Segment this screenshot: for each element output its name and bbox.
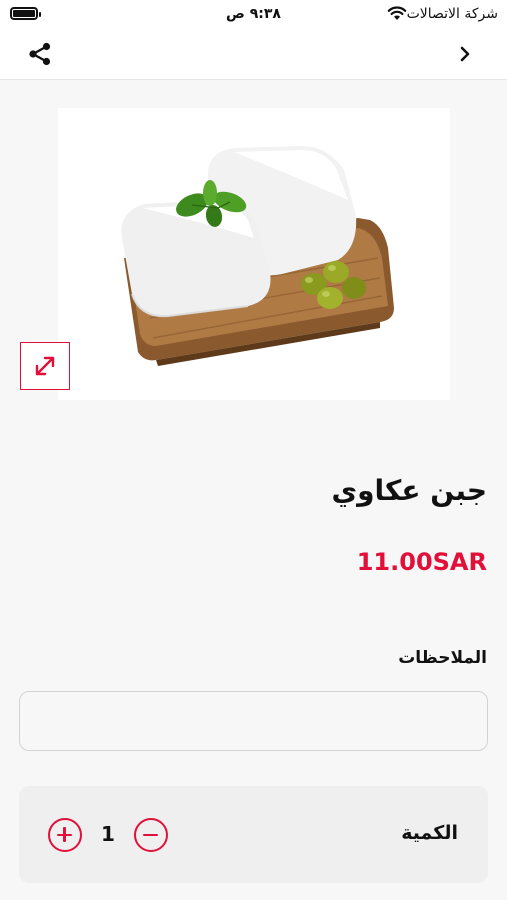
nav-bar [0, 28, 507, 80]
share-icon [29, 42, 51, 66]
quantity-label: الكمية [401, 822, 458, 844]
share-button[interactable] [24, 40, 56, 68]
cheese-block-front [121, 200, 271, 318]
increase-quantity-button[interactable] [48, 818, 82, 852]
wifi-icon [387, 6, 407, 20]
product-price: 11.00SAR [356, 548, 487, 576]
status-bar: ٩:٣٨ ص شركة الاتصالات [0, 0, 507, 28]
quantity-value: 1 [101, 822, 115, 846]
carrier-name: شركة الاتصالات [406, 6, 498, 22]
notes-label: الملاحظات [398, 648, 487, 668]
quantity-stepper: الكمية 1 [19, 786, 488, 883]
chevron-right-icon [460, 46, 470, 62]
product-title: جبن عكاوي [331, 474, 487, 507]
expand-arrows-icon [35, 356, 55, 376]
decrease-quantity-button[interactable] [134, 818, 168, 852]
notes-input[interactable] [19, 691, 488, 751]
expand-image-button[interactable] [20, 342, 70, 390]
back-button[interactable] [452, 41, 478, 67]
product-image [58, 108, 450, 400]
